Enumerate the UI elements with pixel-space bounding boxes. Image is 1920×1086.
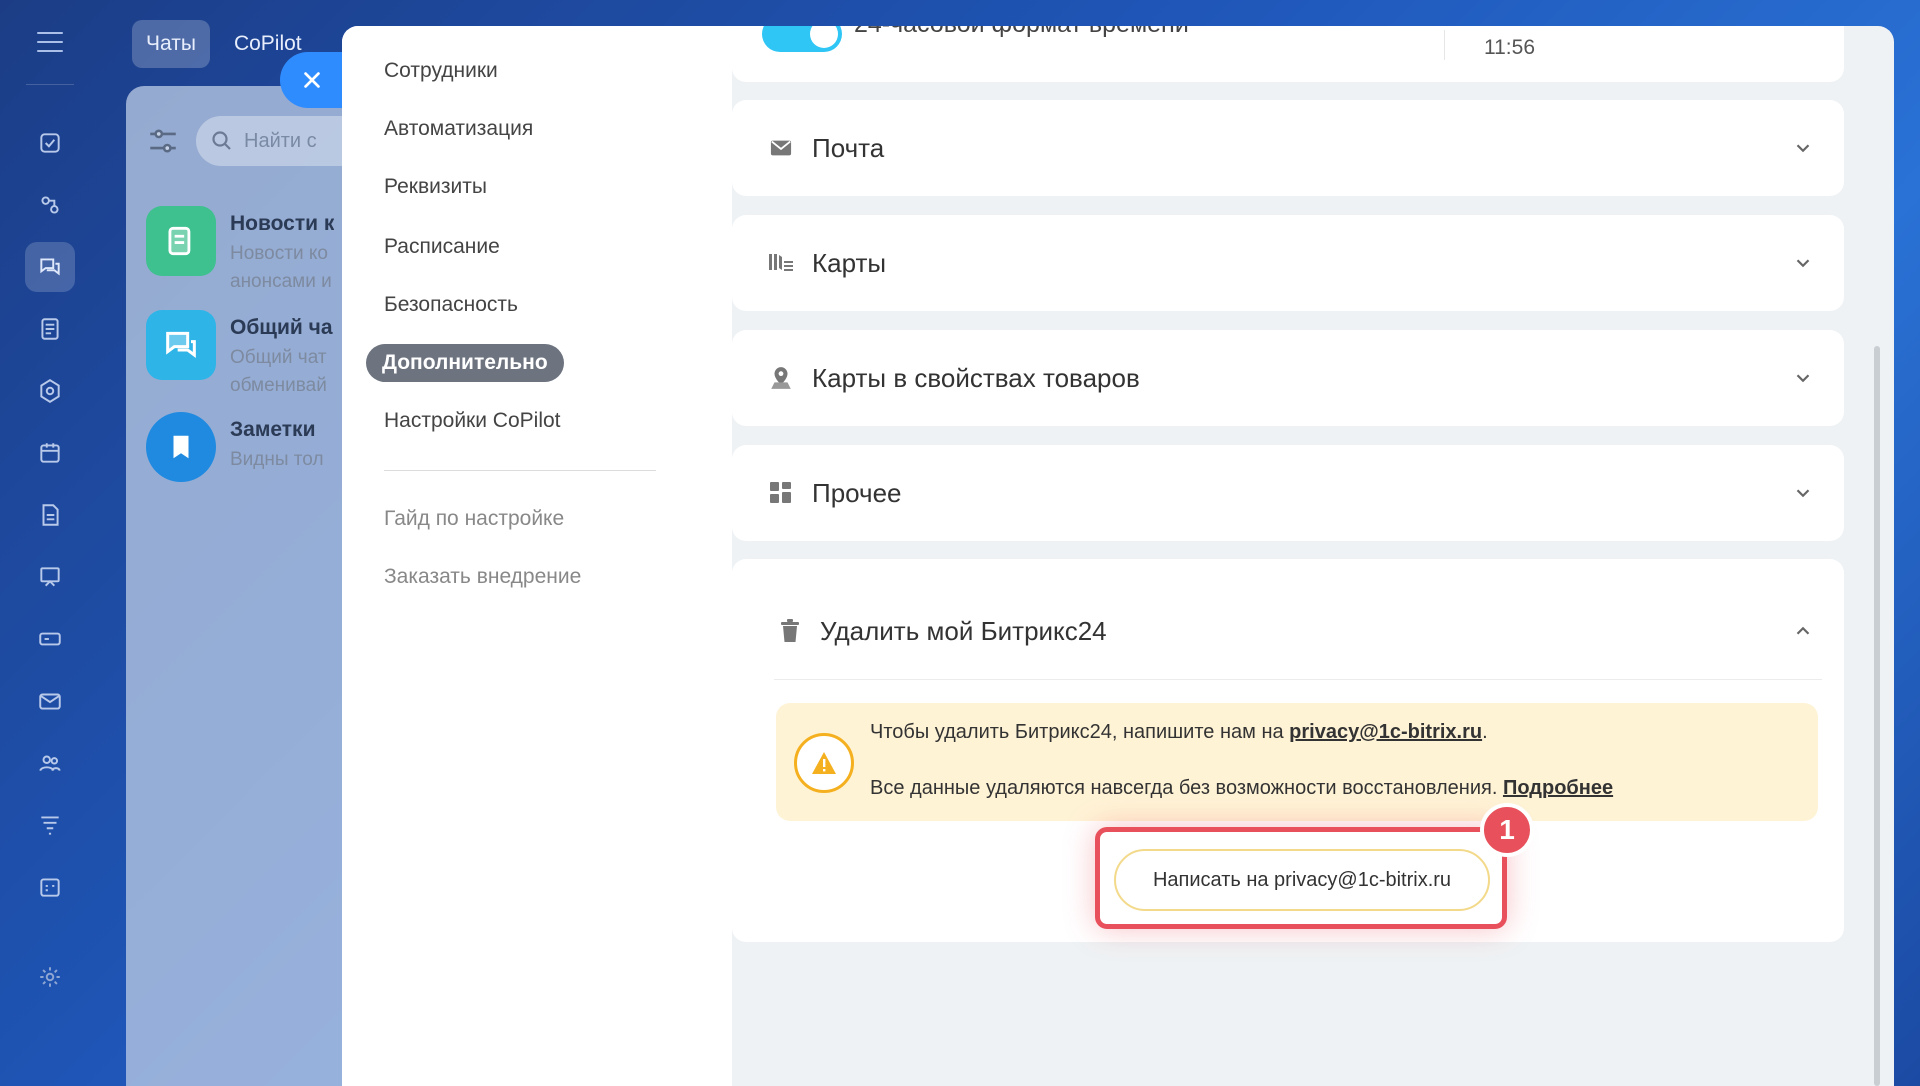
search-icon — [212, 131, 231, 150]
chat-item-notes[interactable]: Заметки Видны тол — [146, 412, 366, 508]
nav-item-automation[interactable]: Автоматизация — [384, 110, 533, 148]
schedule-icon[interactable] — [25, 862, 75, 912]
settings-nav: Сотрудники Автоматизация Реквизиты Распи… — [342, 26, 732, 1086]
chevron-down-icon[interactable] — [1792, 367, 1814, 389]
warning-text-line2: Все данные удаляются навсегда без возмож… — [870, 777, 1613, 800]
chat-toolbar: Найти с — [146, 116, 366, 166]
nav-item-setup-guide[interactable]: Гайд по настройке — [384, 500, 564, 538]
section-header[interactable]: Прочее — [732, 445, 1844, 541]
board-icon[interactable] — [25, 552, 75, 602]
card-divider — [1444, 30, 1445, 60]
close-icon — [304, 72, 320, 88]
section-mail[interactable]: Почта — [732, 100, 1844, 196]
chat-preview: Видны тол — [230, 449, 324, 470]
warning-text-line1: Чтобы удалить Битрикс24, напишите нам на… — [870, 721, 1488, 744]
chat-item-general[interactable]: Общий ча Общий чат обменивай — [146, 310, 366, 406]
chat-title: Заметки — [230, 418, 316, 441]
time-format-toggle[interactable] — [762, 26, 842, 52]
document-icon[interactable] — [25, 490, 75, 540]
warning-text: Чтобы удалить Битрикс24, напишите нам на — [870, 721, 1290, 743]
location-pin-icon — [768, 365, 794, 391]
section-delete-portal: Удалить мой Битрикс24 Чтобы удалить Битр… — [732, 559, 1844, 942]
nav-item-employees[interactable]: Сотрудники — [384, 52, 498, 90]
section-title: Карты в свойствах товаров — [812, 362, 1140, 393]
time-format-label: 24-часовой формат времени — [854, 26, 1189, 39]
chats-icon[interactable] — [25, 242, 75, 292]
nav-item-requisites[interactable]: Реквизиты — [384, 168, 487, 206]
section-title: Почта — [812, 132, 885, 163]
grid-icon — [768, 480, 794, 506]
nav-item-security[interactable]: Безопасность — [384, 286, 518, 324]
settings-icon[interactable] — [25, 952, 75, 1002]
calendar-icon[interactable] — [25, 428, 75, 478]
tasks-icon[interactable] — [25, 118, 75, 168]
chat-search-input[interactable]: Найти с — [196, 116, 366, 166]
more-info-link[interactable]: Подробнее — [1503, 777, 1613, 799]
tab-chats[interactable]: Чаты — [132, 20, 210, 68]
warning-text: . — [1482, 721, 1488, 743]
nav-item-schedule[interactable]: Расписание — [384, 228, 500, 266]
mail-icon — [768, 135, 794, 161]
section-header[interactable]: Карты — [732, 215, 1844, 311]
general-chat-avatar — [146, 310, 216, 380]
chevron-down-icon[interactable] — [1792, 137, 1814, 159]
chat-title: Общий ча — [230, 316, 333, 339]
delete-section-title: Удалить мой Битрикс24 — [820, 615, 1107, 646]
nav-divider — [384, 470, 656, 471]
section-other[interactable]: Прочее — [732, 445, 1844, 541]
scrollbar[interactable] — [1874, 346, 1880, 1086]
chat-preview: обменивай — [230, 375, 327, 396]
section-title: Карты — [812, 247, 887, 278]
step-badge: 1 — [1480, 803, 1534, 857]
search-placeholder: Найти с — [244, 129, 317, 152]
warning-icon — [794, 733, 854, 793]
warning-text: Все данные удаляются навсегда без возмож… — [870, 777, 1503, 799]
write-to-privacy-button[interactable]: Написать на privacy@1c-bitrix.ru — [1114, 849, 1490, 911]
nav-item-copilot-settings[interactable]: Настройки CoPilot — [384, 402, 561, 440]
map-icon — [768, 250, 794, 276]
section-maps[interactable]: Карты — [732, 215, 1844, 311]
time-format-card: 24-часовой формат времени 11:56 — [732, 26, 1844, 82]
section-product-maps[interactable]: Карты в свойствах товаров — [732, 330, 1844, 426]
chat-preview: Новости ко — [230, 243, 328, 264]
crm-icon[interactable] — [25, 180, 75, 230]
left-rail — [0, 0, 100, 1086]
section-header[interactable]: Почта — [732, 100, 1844, 196]
warning-box: Чтобы удалить Битрикс24, напишите нам на… — [776, 703, 1818, 821]
nav-item-order-implementation[interactable]: Заказать внедрение — [384, 558, 581, 596]
nav-item-additional[interactable]: Дополнительно — [366, 344, 564, 382]
trash-icon — [781, 619, 799, 642]
section-title: Прочее — [812, 477, 902, 508]
menu-icon[interactable] — [37, 32, 63, 52]
time-preview: 11:56 — [1484, 36, 1535, 59]
chat-preview: анонсами и — [230, 271, 332, 292]
section-header[interactable]: Карты в свойствах товаров — [732, 330, 1844, 426]
feed-icon[interactable] — [25, 304, 75, 354]
rail-divider — [26, 84, 74, 85]
chat-title: Новости к — [230, 212, 335, 235]
chevron-down-icon[interactable] — [1792, 482, 1814, 504]
funnel-icon[interactable] — [25, 800, 75, 850]
chevron-down-icon[interactable] — [1792, 252, 1814, 274]
filter-icon[interactable] — [146, 124, 180, 158]
news-avatar — [146, 206, 216, 276]
chat-panel: Найти с Новости к Новости ко анонсами и … — [126, 86, 366, 1086]
chat-item-news[interactable]: Новости к Новости ко анонсами и — [146, 206, 366, 302]
hexagon-icon[interactable] — [25, 366, 75, 416]
mail-rail-icon[interactable] — [25, 676, 75, 726]
chevron-up-icon[interactable] — [1792, 620, 1814, 642]
privacy-email-link[interactable]: privacy@1c-bitrix.ru — [1289, 721, 1482, 743]
sites-icon[interactable] — [25, 614, 75, 664]
close-slider-button[interactable] — [280, 52, 344, 108]
employees-icon[interactable] — [25, 738, 75, 788]
delete-section-header[interactable]: Удалить мой Битрикс24 — [780, 611, 1814, 651]
section-divider — [774, 679, 1822, 680]
settings-slider: Сотрудники Автоматизация Реквизиты Распи… — [342, 26, 1894, 1086]
bookmark-icon — [146, 412, 216, 482]
chat-preview: Общий чат — [230, 347, 327, 368]
